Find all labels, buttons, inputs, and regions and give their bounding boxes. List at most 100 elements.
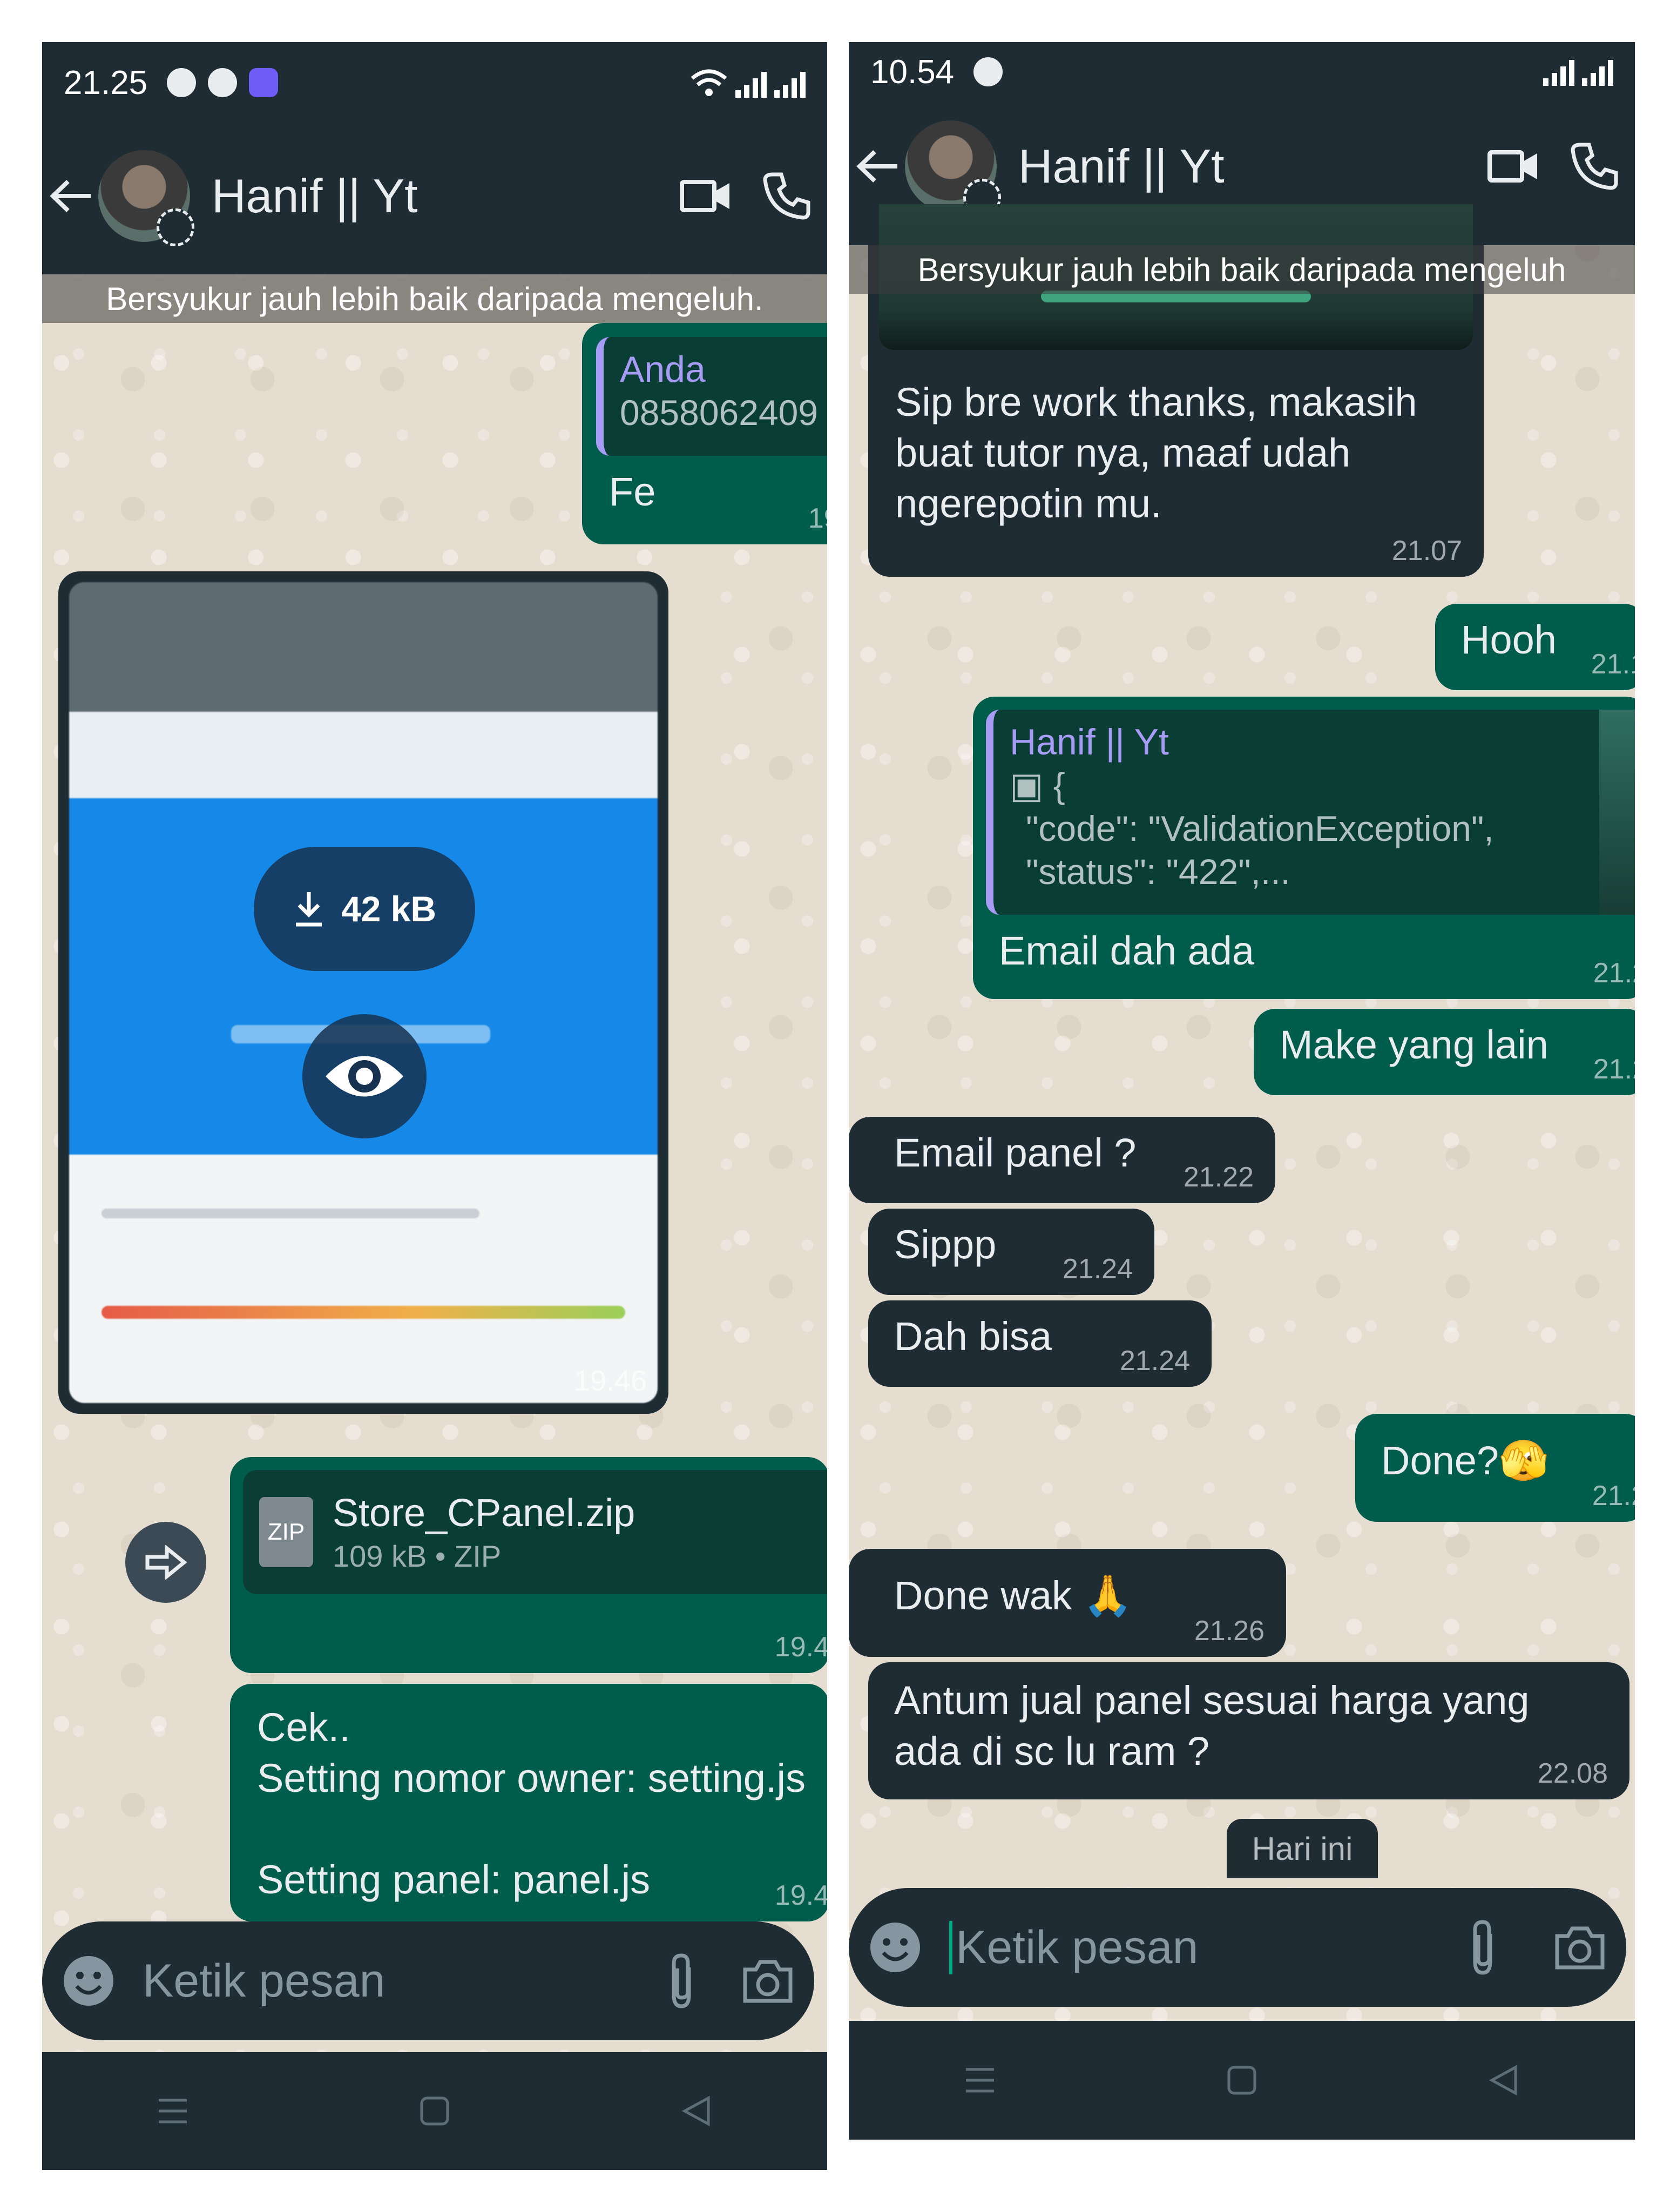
signal-icon — [774, 70, 806, 98]
message-time: 21.1 — [1591, 649, 1635, 680]
message-bubble[interactable]: Make yang lain 21.2 — [1254, 1009, 1635, 1095]
whatsapp-notification-icon — [167, 68, 197, 97]
message-time: 19.4 — [808, 503, 827, 534]
quoted-text: 0858062409 — [620, 393, 819, 433]
left-chat-screen: 21.25 Hanif || Yt Bersyukur jauh lebih b… — [42, 42, 827, 2170]
message-input-bar: Ketik pesan — [849, 1888, 1626, 2007]
attach-icon[interactable] — [649, 1948, 714, 2013]
message-reply-email[interactable]: Hanif || Yt ▣ { "code": "ValidationExcep… — [973, 697, 1635, 999]
signal-icon — [1582, 58, 1613, 86]
message-text: Email panel ? — [894, 1130, 1137, 1175]
quoted-sender: Hanif || Yt — [1010, 721, 1169, 763]
image-icon: ▣ — [1010, 765, 1053, 805]
message-text: Sip bre work thanks, makasih buat tutor … — [895, 377, 1417, 529]
message-line: buat tutor nya, maaf udah — [895, 430, 1351, 475]
download-button[interactable]: 42 kB — [254, 847, 475, 971]
image-blur-bar — [102, 1306, 625, 1319]
message-line: ngerepotin mu. — [895, 481, 1162, 526]
file-name: Store_CPanel.zip — [333, 1492, 635, 1535]
quoted-line-text: { — [1053, 765, 1065, 805]
avatar[interactable] — [98, 150, 194, 246]
system-nav-bar — [849, 2021, 1635, 2140]
message-line: Setting panel: panel.js — [257, 1857, 651, 1902]
signal-icon — [735, 70, 767, 98]
message-time: 19.46 — [573, 1365, 647, 1397]
message-text: Email dah ada — [999, 928, 1255, 973]
camera-icon[interactable] — [735, 1948, 800, 2013]
voice-call-icon[interactable] — [746, 156, 827, 237]
message-line: Antum jual panel sesuai harga yang — [894, 1678, 1530, 1723]
camera-icon[interactable] — [1547, 1915, 1612, 1980]
emoji-icon[interactable] — [863, 1915, 928, 1980]
voice-call-icon[interactable] — [1554, 126, 1635, 207]
quoted-line: "code": "ValidationException", — [1026, 808, 1494, 848]
video-call-icon[interactable] — [1473, 126, 1554, 207]
setting-message[interactable]: Cek.. Setting nomor owner: setting.js Se… — [230, 1684, 827, 1921]
video-call-icon[interactable] — [665, 156, 746, 237]
message-text: Sippp — [894, 1222, 997, 1267]
wifi-icon — [691, 69, 727, 96]
avatar[interactable] — [905, 120, 1001, 217]
back-arrow-icon[interactable] — [851, 139, 905, 193]
message-time: 21.22 — [1183, 1162, 1254, 1193]
download-size: 42 kB — [341, 889, 437, 929]
home-icon[interactable] — [1226, 2064, 1258, 2096]
forward-icon — [145, 1545, 187, 1580]
status-bar: 10.54 — [849, 42, 1635, 102]
message-line: Setting nomor owner: setting.js — [257, 1756, 806, 1800]
menu-icon[interactable] — [157, 2095, 189, 2127]
view-once-button[interactable] — [302, 1014, 427, 1138]
quoted-message[interactable]: Anda 0858062409 — [596, 337, 827, 456]
message-input[interactable]: Ketik pesan — [949, 1920, 1450, 1974]
chat-banner: Bersyukur jauh lebih baik daripada menge… — [849, 245, 1635, 294]
system-nav-bar — [42, 2052, 827, 2170]
message-bubble[interactable]: Email panel ? 21.22 — [849, 1117, 1275, 1203]
back-arrow-icon[interactable] — [44, 169, 98, 223]
contact-name[interactable]: Hanif || Yt — [212, 168, 665, 224]
message-bubble[interactable]: Done wak 🙏 21.26 — [849, 1549, 1286, 1657]
contact-name[interactable]: Hanif || Yt — [1018, 139, 1473, 194]
message-line: Cek.. — [257, 1705, 350, 1750]
message-bubble[interactable]: Antum jual panel sesuai harga yang ada d… — [868, 1662, 1629, 1799]
message-time: 21.2 — [1593, 957, 1635, 989]
message-time: 21.24 — [1119, 1345, 1190, 1377]
quoted-line: "status": "422",... — [1026, 852, 1290, 892]
message-text: Make yang lain — [1280, 1022, 1548, 1067]
emoji-icon[interactable] — [56, 1948, 121, 2013]
image-message[interactable]: 42 kB 19.46 — [58, 571, 668, 1414]
message-text: Done wak 🙏 — [894, 1573, 1133, 1618]
status-time: 10.54 — [870, 53, 955, 91]
file-message[interactable]: ZIP Store_CPanel.zip 109 kB • ZIP 19.4 — [230, 1457, 827, 1673]
home-icon[interactable] — [418, 2095, 451, 2127]
chat-header: 21.25 Hanif || Yt — [42, 42, 827, 274]
message-time: 21.2 — [1592, 1480, 1635, 1512]
image-blur-line — [102, 1209, 479, 1218]
blurred-image-preview — [69, 582, 658, 1403]
message-bubble[interactable]: Dah bisa 21.24 — [868, 1300, 1212, 1387]
message-reply-fe[interactable]: Anda 0858062409 Fe 19.4 — [582, 323, 827, 544]
message-bubble[interactable]: Sippp 21.24 — [868, 1209, 1154, 1295]
back-icon[interactable] — [680, 2095, 713, 2127]
back-icon[interactable] — [1487, 2064, 1520, 2096]
chat-banner: Bersyukur jauh lebih baik daripada menge… — [42, 274, 827, 323]
message-input-bar: Ketik pesan — [42, 1921, 814, 2040]
quoted-message[interactable]: Hanif || Yt ▣ { "code": "ValidationExcep… — [986, 710, 1635, 915]
message-time: 19.4 — [774, 1880, 827, 1911]
message-bubble[interactable]: Done?🫣 21.2 — [1355, 1414, 1635, 1522]
quoted-thumbnail — [1599, 710, 1635, 915]
message-time: 21.2 — [1593, 1054, 1635, 1085]
quoted-sender: Anda — [620, 349, 706, 390]
status-time: 21.25 — [64, 64, 148, 102]
menu-icon[interactable] — [964, 2064, 996, 2096]
message-bubble[interactable]: Hooh 21.1 — [1435, 604, 1635, 690]
forward-button[interactable] — [125, 1522, 206, 1603]
message-line: ada di sc lu ram ? — [894, 1729, 1210, 1773]
file-attachment[interactable]: ZIP Store_CPanel.zip 109 kB • ZIP — [243, 1470, 827, 1594]
download-icon — [295, 892, 322, 927]
attach-icon[interactable] — [1450, 1915, 1515, 1980]
shop-notification-icon — [208, 68, 238, 97]
input-placeholder: Ketik pesan — [956, 1921, 1199, 1973]
message-time: 21.26 — [1194, 1615, 1264, 1647]
message-text: Hooh — [1461, 617, 1557, 662]
message-input[interactable]: Ketik pesan — [143, 1954, 649, 2008]
